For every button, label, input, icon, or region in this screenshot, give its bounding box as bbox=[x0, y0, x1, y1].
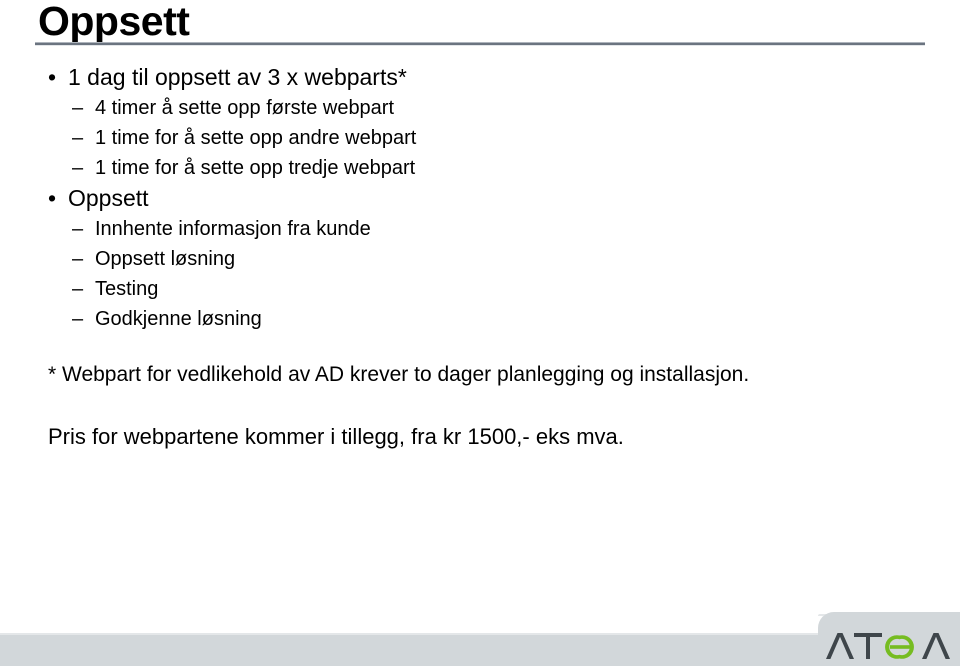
list-item: – 4 timer å sette opp første webpart bbox=[0, 93, 940, 123]
list-item-label: 4 timer å sette opp første webpart bbox=[95, 97, 395, 119]
bullet-dash-icon: – bbox=[72, 308, 84, 330]
slide: Oppsett • 1 dag til oppsett av 3 x webpa… bbox=[0, 0, 960, 666]
list-item: – Oppsett løsning bbox=[0, 244, 940, 274]
footer-band bbox=[0, 635, 960, 666]
bullet-dash-icon: – bbox=[72, 248, 84, 270]
slide-body: • 1 dag til oppsett av 3 x webparts* – 4… bbox=[0, 62, 940, 452]
list-item: – Godkjenne løsning bbox=[0, 304, 940, 334]
title-divider bbox=[35, 42, 925, 46]
list-item: – Testing bbox=[0, 274, 940, 304]
bullet-dash-icon: – bbox=[72, 127, 84, 149]
list-item: – 1 time for å sette opp tredje webpart bbox=[0, 153, 940, 183]
list-item-label: 1 dag til oppsett av 3 x webparts* bbox=[68, 64, 407, 90]
bullet-dot-icon: • bbox=[48, 64, 57, 90]
list-item-label: Godkjenne løsning bbox=[95, 308, 262, 330]
list-item: • Oppsett bbox=[0, 183, 940, 214]
list-item: – Innhente informasjon fra kunde bbox=[0, 214, 940, 244]
list-item: – 1 time for å sette opp andre webpart bbox=[0, 123, 940, 153]
list-item-label: Testing bbox=[95, 278, 159, 300]
bullet-dash-icon: – bbox=[72, 97, 84, 119]
list-item-label: 1 time for å sette opp tredje webpart bbox=[95, 157, 416, 179]
atea-logo-icon bbox=[826, 633, 950, 659]
page-title: Oppsett bbox=[38, 0, 190, 44]
bullet-dot-icon: • bbox=[48, 185, 57, 211]
footnote-text: * Webpart for vedlikehold av AD krever t… bbox=[48, 363, 750, 386]
bullet-dash-icon: – bbox=[72, 278, 84, 300]
list-item-label: Oppsett løsning bbox=[95, 248, 236, 270]
list-item-label: Innhente informasjon fra kunde bbox=[95, 218, 371, 240]
bullet-dash-icon: – bbox=[72, 218, 84, 240]
list-item-label: 1 time for å sette opp andre webpart bbox=[95, 127, 417, 149]
bullet-dash-icon: – bbox=[72, 157, 84, 179]
price-note-text: Pris for webpartene kommer i tillegg, fr… bbox=[48, 424, 624, 449]
list-item: • 1 dag til oppsett av 3 x webparts* bbox=[0, 62, 940, 93]
list-item-label: Oppsett bbox=[68, 185, 149, 211]
